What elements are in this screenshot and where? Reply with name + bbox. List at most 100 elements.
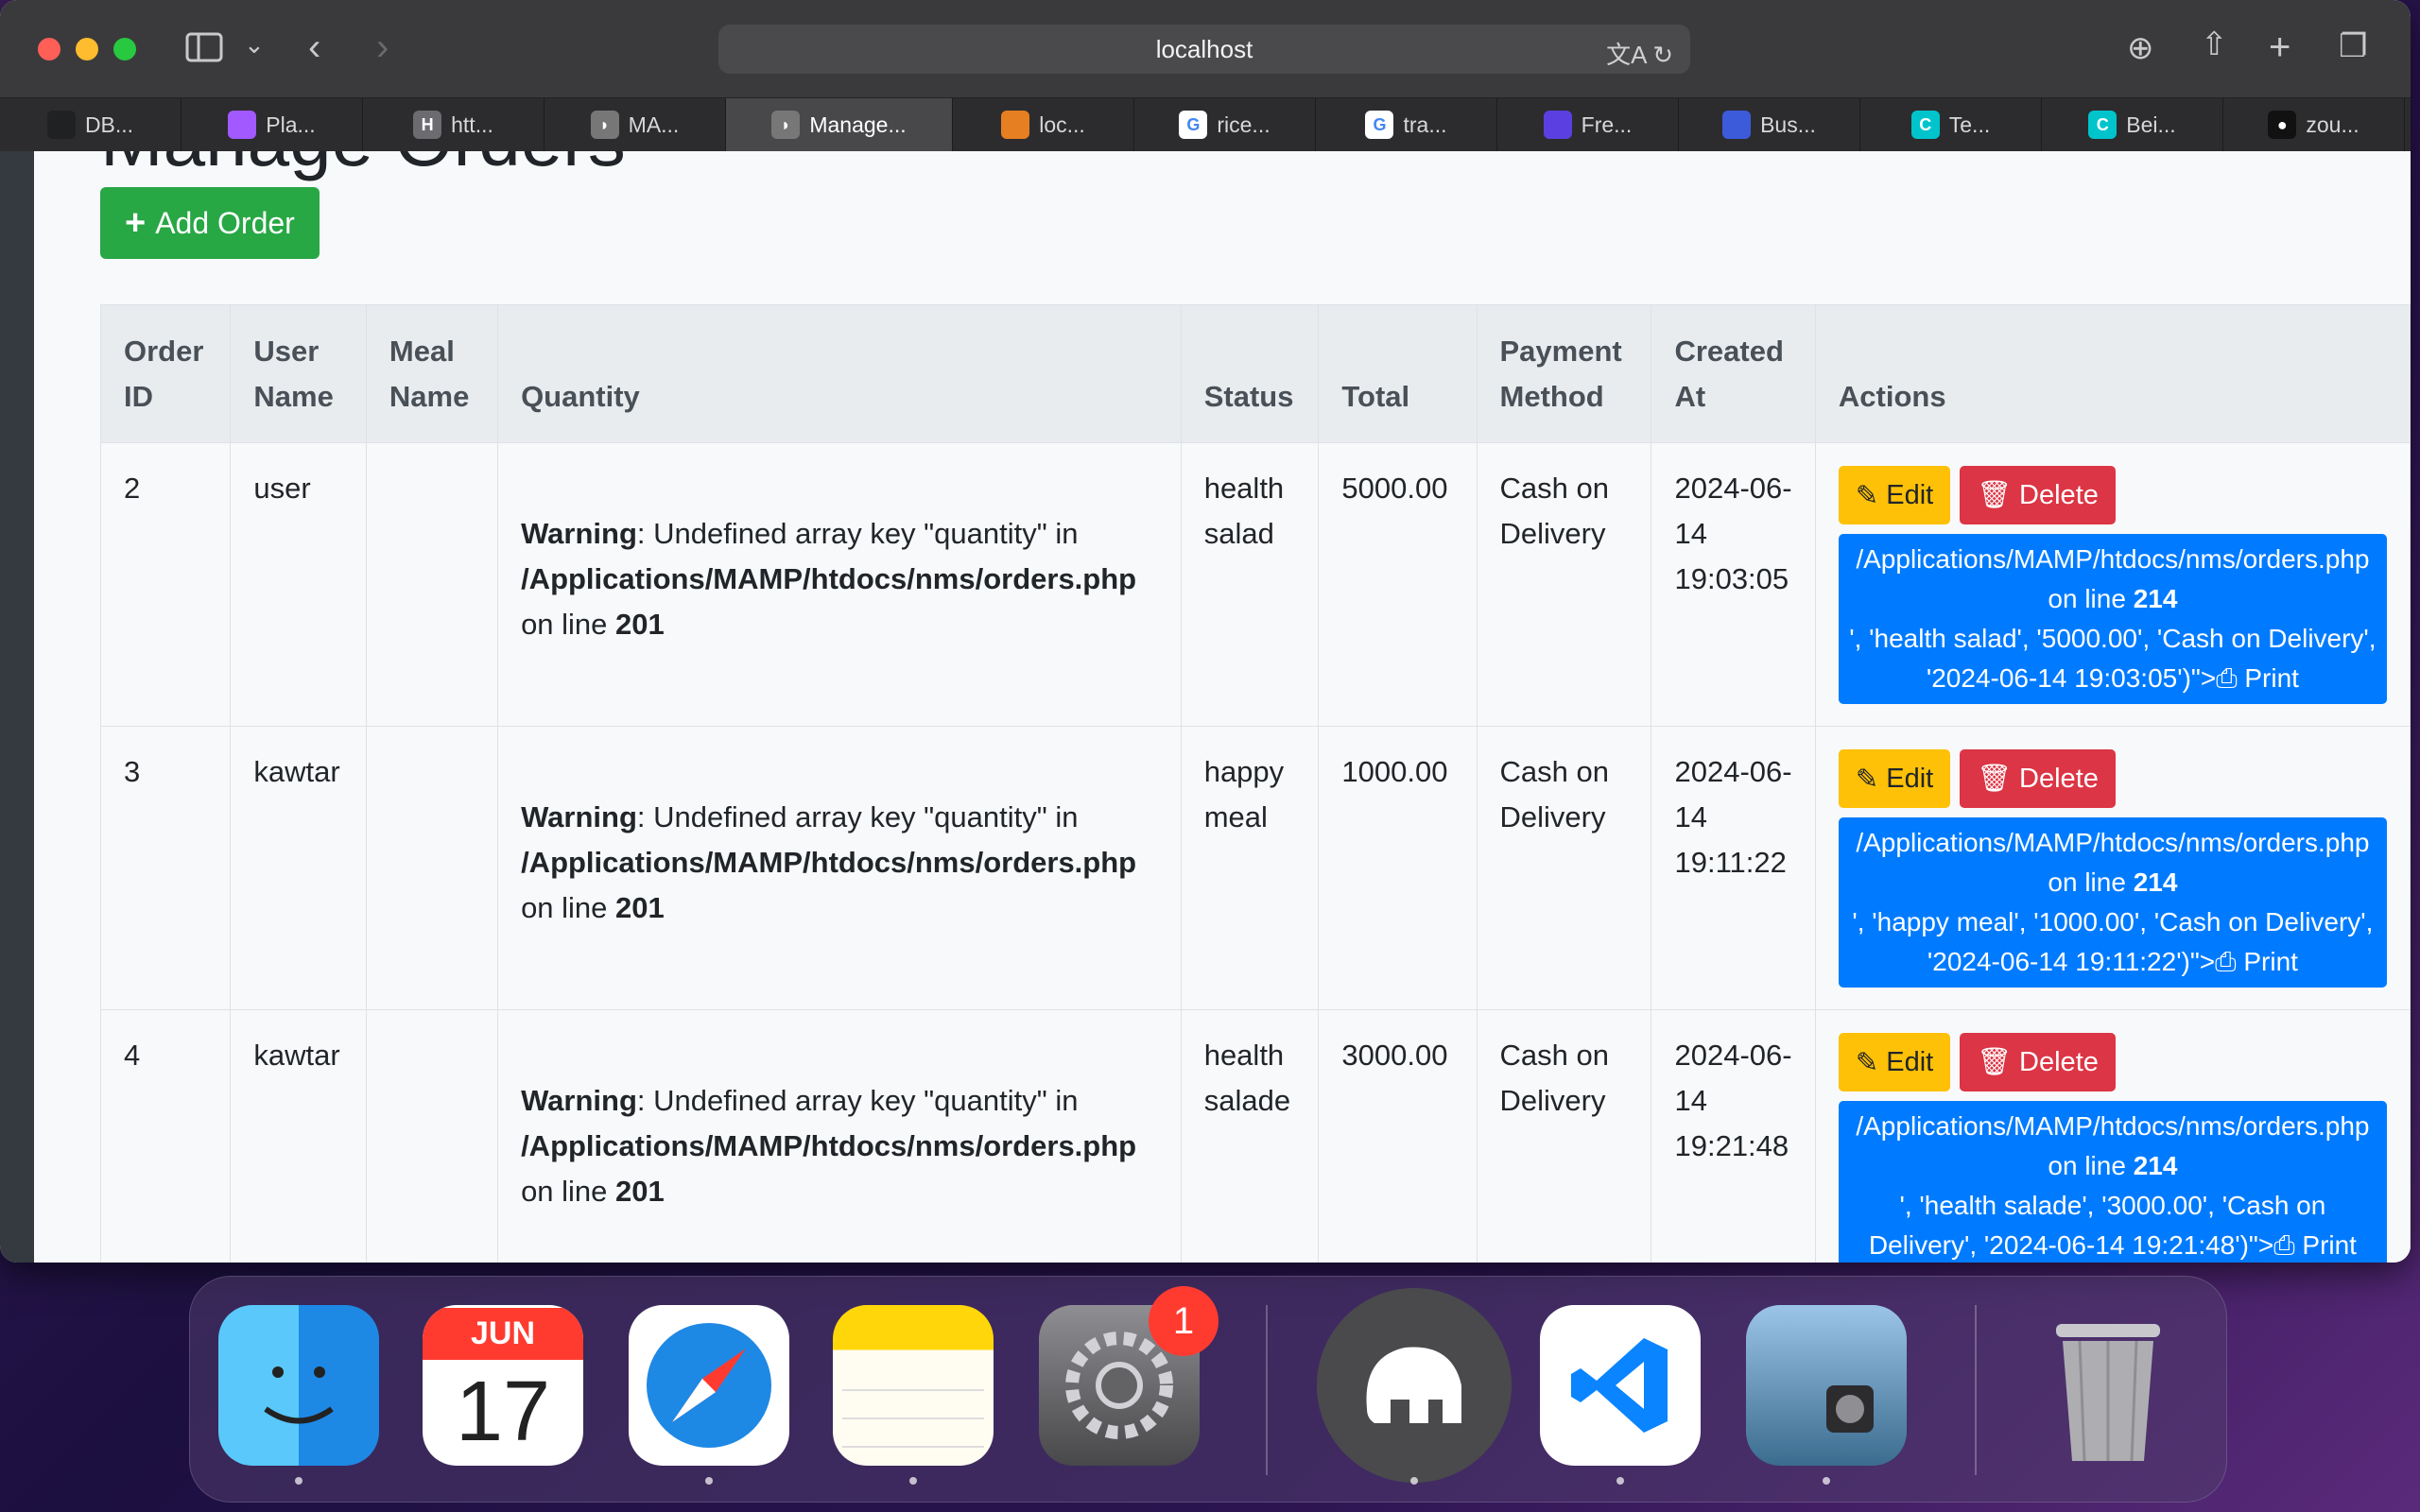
preview-icon[interactable] <box>1746 1305 1907 1466</box>
delete-button[interactable]: 🗑 Delete <box>1960 1033 2116 1091</box>
browser-tab[interactable]: ◗ Manage... <box>726 98 953 151</box>
new-tab-icon[interactable]: + <box>2269 28 2290 66</box>
canva-icon: C <box>1910 111 1940 139</box>
page-title: Manage Orders <box>100 151 626 183</box>
created-at-cell: 2024-06-14 19:11:22 <box>1651 726 1816 1010</box>
calendar-day: 17 <box>455 1364 551 1459</box>
warning-text: : Undefined array key "quantity" in <box>636 800 1079 833</box>
tab-label: DB... <box>84 112 134 137</box>
column-header: User Name <box>230 304 367 443</box>
edit-button[interactable]: ✎ Edit <box>1838 466 1951 524</box>
tab-overview-icon[interactable]: ❐ <box>2339 30 2367 62</box>
edit-label: Edit <box>1886 763 1934 794</box>
print-button[interactable]: /Applications/MAMP/htdocs/nms/orders.php… <box>1838 817 2387 988</box>
browser-tab[interactable]: Pla... <box>182 98 363 151</box>
openai-icon <box>46 111 76 139</box>
column-header: Order ID <box>99 304 232 443</box>
chevron-down-icon[interactable]: ⌄ <box>244 32 265 57</box>
order-id-cell: 2 <box>99 442 232 727</box>
action-buttons: ✎ Edit 🗑 Delete <box>1838 749 2387 808</box>
tab-label: Te... <box>1948 112 1991 137</box>
tab-label: Fre... <box>1581 112 1633 137</box>
warning-online: on line <box>521 608 608 641</box>
print-label: Print <box>2244 663 2299 693</box>
browser-tab[interactable]: loc... <box>953 98 1134 151</box>
edit-button[interactable]: ✎ Edit <box>1838 1033 1951 1091</box>
browser-tab[interactable]: Gtra... <box>1316 98 1497 151</box>
browser-tab[interactable]: C Te... <box>1860 98 2042 151</box>
sidebar-edge <box>0 151 34 1263</box>
browser-tab[interactable]: Hhtt... <box>363 98 544 151</box>
browser-tab[interactable]: Bus... <box>1679 98 1860 151</box>
trash-icon: 🗑 <box>1977 480 2013 510</box>
trash-icon[interactable] <box>2028 1305 2188 1466</box>
column-header: Quantity <box>497 304 1182 443</box>
safari-icon[interactable] <box>629 1305 789 1466</box>
column-header: Created At <box>1651 304 1816 443</box>
translate-reload-icons[interactable]: 文A ↻ <box>1606 36 1673 71</box>
delete-button[interactable]: 🗑 Delete <box>1960 466 2116 524</box>
forward-icon[interactable]: › <box>376 28 389 66</box>
browser-tab[interactable]: ◗ MA... <box>544 98 726 151</box>
orders-table: Order ID User Name Meal Name Quantity Status… <box>99 304 2411 1263</box>
browser-tab[interactable]: DB... <box>0 98 182 151</box>
vscode-icon[interactable] <box>1540 1305 1701 1466</box>
address-bar[interactable]: localhost 文A ↻ <box>718 25 1690 74</box>
warning-online: on line <box>521 1175 608 1208</box>
status-cell: happy meal <box>1180 726 1320 1010</box>
printer-icon: ⎙ <box>2215 947 2244 976</box>
mamp-icon[interactable] <box>1317 1288 1512 1483</box>
browser-tab[interactable]: Fre... <box>1497 98 1679 151</box>
page-content: Manage Orders + Add Order Order IDUser N… <box>34 151 2411 1263</box>
order-id-cell: 4 <box>99 1009 232 1263</box>
warning-path: /Applications/MAMP/htdocs/nms/orders.php <box>521 846 1137 879</box>
add-order-button[interactable]: + Add Order <box>100 187 320 259</box>
edit-label: Edit <box>1886 1046 1934 1077</box>
actions-cell: ✎ Edit 🗑 Delete/Applications/MAMP/htdocs/nm… <box>1814 726 2411 1010</box>
zoom-window-button[interactable] <box>113 38 136 60</box>
warning-online: on line <box>521 891 608 924</box>
print-button[interactable]: /Applications/MAMP/htdocs/nms/orders.php… <box>1838 534 2387 704</box>
magnet-icon <box>1722 111 1752 139</box>
sidebar-toggle-icon[interactable] <box>185 32 223 68</box>
actions-cell: ✎ Edit 🗑 Delete/Applications/MAMP/htdocs/nm… <box>1814 1009 2411 1263</box>
close-window-button[interactable] <box>38 38 60 60</box>
warning-line: 201 <box>615 891 665 924</box>
table-header-row: Order ID User Name Meal Name Quantity Status… <box>99 304 2411 443</box>
edit-label: Edit <box>1886 479 1934 510</box>
tab-label: Bei... <box>2126 112 2176 137</box>
user-name-cell: kawtar <box>230 726 367 1010</box>
actions-cell: ✎ Edit 🗑 Delete/Applications/MAMP/htdocs/nm… <box>1814 442 2411 727</box>
finder-icon[interactable] <box>218 1305 379 1466</box>
total-cell: 1000.00 <box>1318 726 1478 1010</box>
print-button[interactable]: /Applications/MAMP/htdocs/nms/orders.php… <box>1838 1101 2387 1263</box>
mamp-icon: ◗ <box>590 111 619 139</box>
action-buttons: ✎ Edit 🗑 Delete <box>1838 1033 2387 1091</box>
mamp-icon: ◗ <box>771 111 801 139</box>
delete-button[interactable]: 🗑 Delete <box>1960 749 2116 808</box>
status-cell: health salade <box>1180 1009 1320 1263</box>
share-icon[interactable]: ⇧ <box>2201 28 2228 60</box>
browser-tab[interactable]: Grice... <box>1134 98 1316 151</box>
minimize-window-button[interactable] <box>76 38 98 60</box>
calendar-icon[interactable]: JUN 17 <box>423 1305 583 1466</box>
google-icon: G <box>1365 111 1394 139</box>
column-header: Total <box>1318 304 1478 443</box>
dock: JUN 17 1 <box>189 1276 2227 1503</box>
edit-icon: ✎ <box>1855 480 1879 511</box>
tab-label: Bus... <box>1760 112 1816 137</box>
column-header: Meal Name <box>365 304 499 443</box>
download-icon[interactable]: ⊕ <box>2127 32 2154 64</box>
browser-tab[interactable]: ● zou... <box>2223 98 2405 151</box>
browser-tab[interactable]: C Bei... <box>2042 98 2223 151</box>
print-label: Print <box>2243 947 2298 976</box>
notes-icon[interactable] <box>833 1305 994 1466</box>
tab-bar: DB... Pla... Hhtt... ◗ MA... ◗ Manage... loc...… <box>0 98 2411 151</box>
printer-icon: ⎙ <box>2273 1230 2303 1260</box>
url-text: localhost <box>1155 34 1253 63</box>
edit-button[interactable]: ✎ Edit <box>1838 749 1951 808</box>
back-icon[interactable]: ‹ <box>308 28 320 66</box>
warning-text: : Undefined array key "quantity" in <box>636 1084 1079 1117</box>
plus-icon: + <box>125 202 147 243</box>
quantity-warning-cell: Warning: Undefined array key "quantity" … <box>497 1009 1182 1263</box>
